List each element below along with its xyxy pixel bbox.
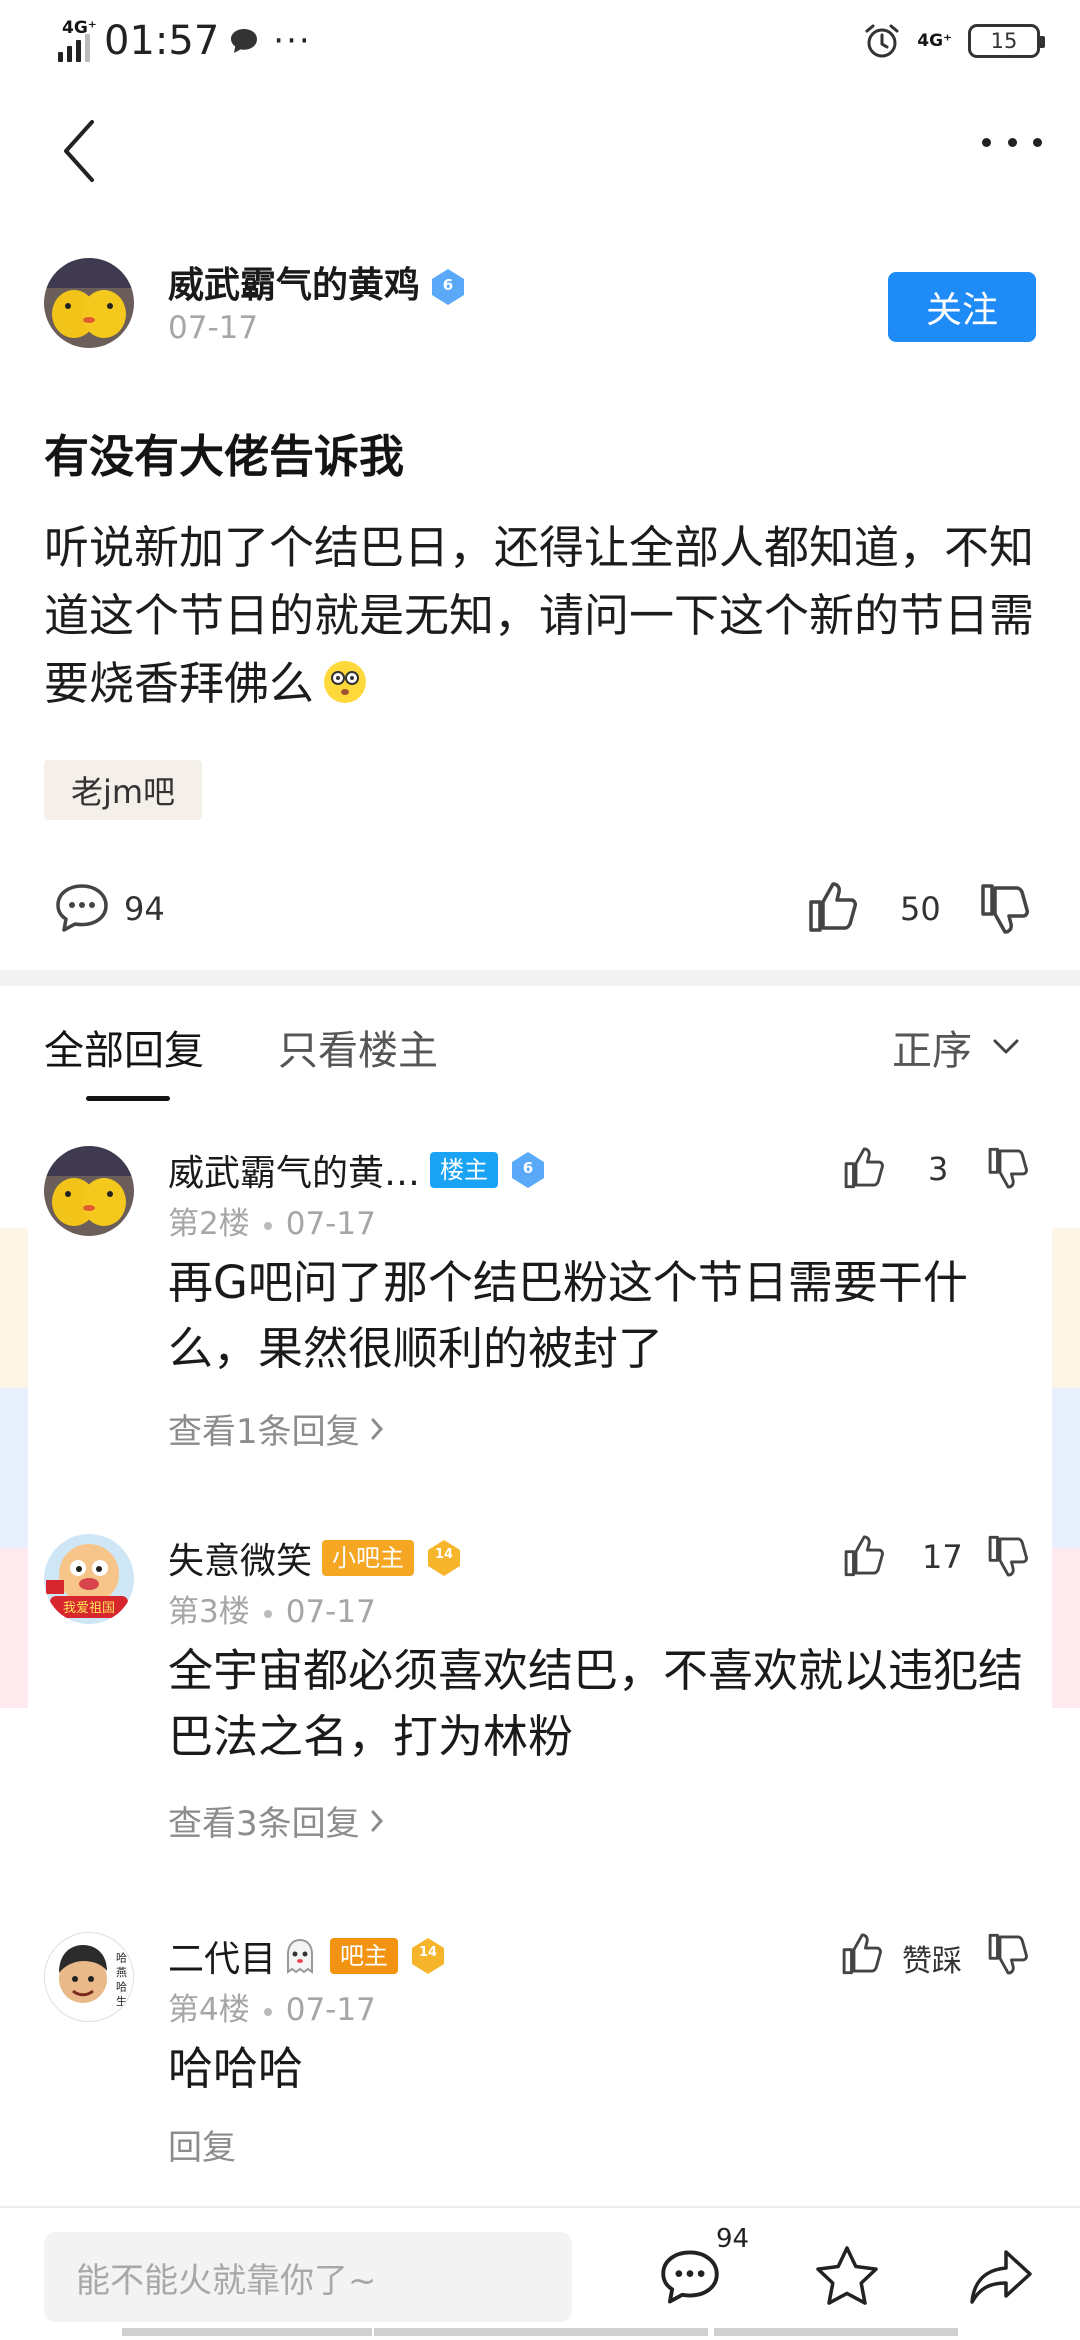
- reply-author-name[interactable]: 二代目: [168, 1930, 276, 1982]
- small-admin-badge: 小吧主: [322, 1540, 415, 1576]
- status-bar: 4G⁺ 01:57 ··· 4G⁺ 15: [0, 0, 1080, 84]
- post-like-count: 50: [900, 890, 941, 928]
- reply-author-name[interactable]: 失意微笑: [168, 1532, 312, 1584]
- post-body: 听说新加了个结巴日，还得让全部人都知道，不知道这个节日的就是无知，请问一下这个新…: [44, 514, 1044, 718]
- admin-badge: 吧主: [330, 1938, 399, 1974]
- follow-button[interactable]: 关注: [888, 272, 1036, 342]
- comment-count-badge: 94: [716, 2224, 750, 2254]
- alarm-icon: [865, 24, 899, 58]
- reply-input[interactable]: 能不能火就靠你了~: [44, 2232, 572, 2322]
- view-replies-link[interactable]: 查看1条回复: [168, 1404, 384, 1453]
- post-title: 有没有大佬告诉我: [44, 430, 405, 483]
- dislike-icon[interactable]: [986, 1534, 1032, 1580]
- reply-like-count: 3: [928, 1150, 949, 1188]
- reply-date: 07-17: [285, 1594, 376, 1630]
- sort-label: 正序: [892, 1028, 972, 1074]
- chevron-right-icon: [371, 1810, 383, 1831]
- avatar-lettering: 我爱祖国: [63, 1601, 115, 1616]
- view-replies-link[interactable]: 查看3条回复: [168, 1796, 384, 1845]
- reply-link[interactable]: 回复: [168, 2120, 236, 2169]
- like-icon[interactable]: [842, 1532, 888, 1578]
- reply-like-label: 赞踩: [902, 1944, 962, 1979]
- reply-item: 威武霸气的黄… 楼主 6 第2楼 07-17 3 再G吧问了那个结巴粉这个节日需要…: [0, 1144, 1080, 1474]
- reply-like-count: 17: [922, 1538, 963, 1576]
- avatar-lettering: 哈 燕 哈 生: [115, 1951, 128, 2006]
- bar-tag[interactable]: 老jm吧: [44, 760, 202, 820]
- author-avatar[interactable]: [44, 258, 134, 348]
- reply-avatar[interactable]: 哈 燕 哈 生: [44, 1932, 134, 2022]
- reply-author-row[interactable]: 威武霸气的黄… 楼主 6: [168, 1144, 548, 1196]
- post-body-text: 听说新加了个结巴日，还得让全部人都知道，不知道这个节日的就是无知，请问一下这个新…: [44, 521, 1035, 710]
- level-badge: 14: [424, 1538, 464, 1578]
- level-badge: 6: [508, 1150, 548, 1190]
- network-indicator-right: 4G⁺: [917, 30, 952, 51]
- reply-meta: 第2楼 07-17: [168, 1198, 376, 1243]
- more-notifications-icon: ···: [273, 21, 312, 61]
- reply-avatar[interactable]: [44, 1146, 134, 1236]
- ghost-emoji-icon: [287, 1938, 314, 1974]
- reply-tabs: 全部回复 只看楼主 正序: [0, 1010, 1080, 1106]
- level-badge: 14: [408, 1936, 448, 1976]
- reply-meta: 第4楼 07-17: [168, 1984, 376, 2029]
- reply-text: 哈哈哈: [168, 2042, 304, 2095]
- signal-icon: [58, 34, 90, 62]
- level-badge: 6: [428, 267, 468, 307]
- reply-date: 07-17: [285, 1992, 376, 2028]
- floor-number: 第2楼: [168, 1206, 250, 1242]
- tab-all-replies[interactable]: 全部回复: [44, 1018, 204, 1076]
- reply-author-name[interactable]: 威武霸气的黄…: [168, 1144, 420, 1196]
- reply-date: 07-17: [285, 1206, 376, 1242]
- like-icon[interactable]: [806, 878, 862, 934]
- sort-dropdown[interactable]: 正序: [892, 1018, 1020, 1076]
- home-indicator: [122, 2328, 372, 2336]
- reply-text: 全宇宙都必须喜欢结巴，不喜欢就以违犯结巴法之名，打为林粉: [168, 1644, 1024, 1763]
- post-actions: 94 50: [0, 870, 1080, 950]
- home-indicator: [714, 2328, 958, 2336]
- active-tab-indicator: [86, 1096, 170, 1101]
- like-icon[interactable]: [842, 1144, 888, 1190]
- chevron-down-icon: [993, 1039, 1019, 1054]
- section-divider: [0, 970, 1080, 986]
- battery-level: 15: [990, 29, 1018, 53]
- message-notification-icon: [231, 29, 258, 53]
- clock: 01:57: [104, 18, 220, 64]
- floor-number: 第4楼: [168, 1992, 250, 2028]
- comment-icon[interactable]: [54, 882, 110, 934]
- share-icon[interactable]: [968, 2248, 1034, 2306]
- post-date: 07-17: [168, 310, 259, 346]
- floor-number: 第3楼: [168, 1594, 250, 1630]
- network-indicator: 4G⁺: [62, 18, 97, 38]
- op-badge: 楼主: [430, 1152, 499, 1188]
- author-name-row[interactable]: 威武霸气的黄鸡 6: [168, 256, 468, 308]
- like-icon[interactable]: [840, 1930, 886, 1976]
- author-name[interactable]: 威武霸气的黄鸡: [168, 265, 420, 306]
- dislike-icon[interactable]: [986, 1146, 1032, 1192]
- more-options-icon[interactable]: [982, 138, 1042, 160]
- tab-op-only[interactable]: 只看楼主: [278, 1018, 438, 1076]
- dislike-icon[interactable]: [978, 882, 1034, 938]
- back-icon[interactable]: [60, 116, 100, 186]
- home-indicator: [374, 2328, 708, 2336]
- reply-item: 哈 燕 哈 生 二代目 吧主 14 第4楼 07-17 赞踩 哈哈哈 回复: [0, 1930, 1080, 2180]
- reply-author-row[interactable]: 失意微笑 小吧主 14: [168, 1532, 464, 1584]
- reply-input-placeholder: 能不能火就靠你了~: [76, 2260, 377, 2301]
- chevron-right-icon: [371, 1418, 383, 1439]
- dislike-icon[interactable]: [986, 1932, 1032, 1978]
- reply-author-row[interactable]: 二代目 吧主 14: [168, 1930, 448, 1982]
- battery-icon: 15: [968, 24, 1045, 58]
- star-icon[interactable]: [814, 2244, 880, 2308]
- reply-avatar[interactable]: 我爱祖国: [44, 1534, 134, 1624]
- bottom-bar: 能不能火就靠你了~ 94: [0, 2206, 1080, 2340]
- reply-text: 再G吧问了那个结巴粉这个节日需要干什么，果然很顺利的被封了: [168, 1256, 968, 1375]
- post-comment-count: 94: [124, 890, 165, 928]
- dizzy-face-emoji-icon: [324, 661, 367, 703]
- reply-meta: 第3楼 07-17: [168, 1586, 376, 1631]
- reply-item: 我爱祖国 失意微笑 小吧主 14 第3楼 07-17 17 全宇宙都必须喜欢结巴，…: [0, 1532, 1080, 1862]
- comment-icon[interactable]: [658, 2248, 722, 2306]
